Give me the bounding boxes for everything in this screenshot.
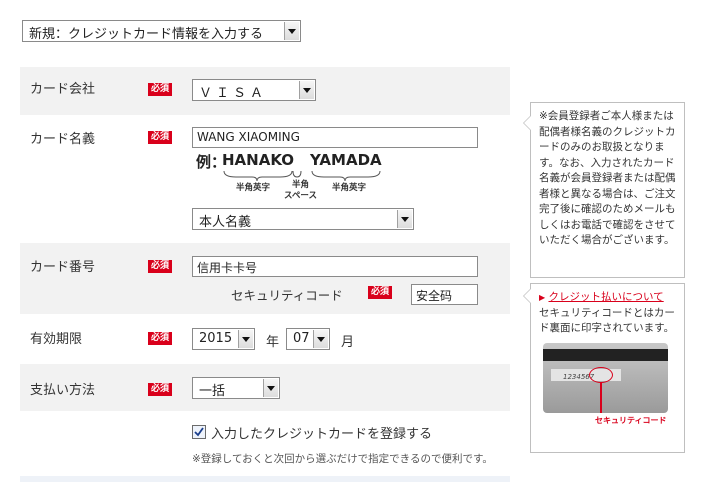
security-note-box: ▶ クレジット払いについて セキュリティコードとはカード裏面に印字されています。… — [523, 283, 685, 453]
holder-note-box: ※会員登録者ご本人様または配偶者様名義のクレジットカードのみのお取扱となります。… — [523, 102, 685, 278]
card-company-select-value: ＶＩＳＡ — [199, 86, 268, 101]
pointer-line — [600, 381, 602, 413]
register-card-label[interactable]: 入力したクレジットカードを登録する — [211, 423, 432, 442]
expiry-month-select[interactable]: 07 — [286, 328, 330, 350]
register-card-checkbox[interactable] — [192, 425, 206, 439]
expiry-label: 有効期限 — [30, 332, 83, 347]
month-unit: 月 — [341, 335, 355, 350]
holder-note-text: ※会員登録者ご本人様または配偶者様名義のクレジットカードのみのお取扱となります。… — [539, 110, 676, 246]
card-number-input[interactable]: 信用卡卡号 — [192, 256, 478, 277]
register-card-note: ※登録しておくと次回から選ぶだけで指定できるので便利です。 — [192, 453, 493, 465]
chevron-down-icon — [397, 210, 412, 228]
payment-method-value: 一括 — [199, 384, 226, 399]
card-company-select[interactable]: ＶＩＳＡ — [192, 79, 316, 101]
required-badge: 必須 — [368, 286, 392, 299]
expiry-month-value: 07 — [293, 331, 310, 346]
security-note-text: セキュリティコードとはカード裏面に印字されています。 — [539, 306, 675, 335]
expiry-year-select[interactable]: 2015 — [192, 328, 255, 350]
hint-first: 半角英字 — [236, 183, 271, 193]
example-last-name: YAMADA — [310, 151, 382, 169]
name-type-select[interactable]: 本人名義 — [192, 208, 414, 230]
note-pointer — [523, 115, 531, 131]
expiry-year-value: 2015 — [199, 331, 233, 346]
security-code-input[interactable]: 安全码 — [411, 284, 478, 305]
magnetic-stripe — [543, 348, 668, 361]
triangle-right-icon: ▶ — [539, 293, 546, 302]
credit-payment-link[interactable]: クレジット払いについて — [549, 291, 664, 303]
chevron-down-icon — [263, 379, 278, 397]
required-badge: 必須 — [148, 332, 172, 345]
card-company-label: カード会社 — [30, 82, 96, 97]
example-first-name: HANAKO — [222, 151, 295, 169]
check-icon — [194, 427, 204, 437]
input-method-select[interactable]: 新規：クレジットカード情報を入力する — [22, 20, 301, 42]
hint-space-2: スペース — [284, 191, 317, 201]
chevron-down-icon — [284, 22, 299, 40]
payment-label: 支払い方法 — [30, 383, 96, 398]
row-bottom — [20, 476, 510, 482]
required-badge: 必須 — [148, 83, 172, 96]
name-example: 例： HANAKO YAMADA 半角英字 半角 スペース 半角英字 — [196, 151, 396, 201]
chevron-down-icon — [313, 330, 328, 348]
required-badge: 必須 — [148, 131, 172, 144]
payment-method-select[interactable]: 一括 — [192, 377, 280, 399]
card-holder-input[interactable]: WANG XIAOMING — [192, 127, 478, 148]
year-unit: 年 — [266, 335, 280, 350]
security-code-circle — [589, 366, 613, 383]
security-link-row[interactable]: ▶ クレジット払いについて — [539, 290, 676, 306]
input-method-select-value: 新規：クレジットカード情報を入力する — [29, 27, 264, 42]
hint-last: 半角英字 — [332, 183, 367, 193]
security-code-label: セキュリティコード — [231, 288, 343, 303]
card-back-image: 1234567 — [543, 342, 668, 413]
required-badge: 必須 — [148, 260, 172, 273]
note-pointer — [523, 288, 531, 304]
card-holder-label: カード名義 — [30, 132, 96, 147]
required-badge: 必須 — [148, 383, 172, 396]
card-number-label: カード番号 — [30, 260, 96, 275]
chevron-down-icon — [299, 81, 314, 99]
chevron-down-icon — [238, 330, 253, 348]
name-type-select-value: 本人名義 — [199, 215, 252, 230]
card-image-caption: セキュリティコード — [595, 415, 667, 425]
